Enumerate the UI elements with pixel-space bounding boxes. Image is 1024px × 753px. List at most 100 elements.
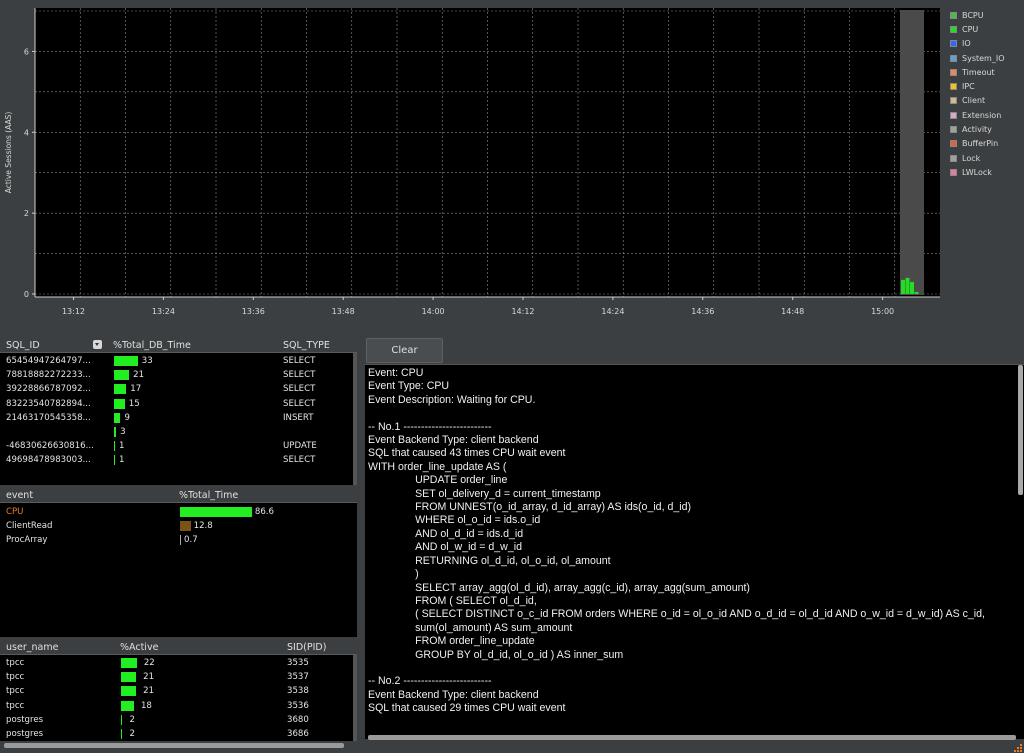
sql-table-row[interactable]: 3 xyxy=(0,425,357,439)
db-time-bar xyxy=(114,384,127,395)
db-time-value: 15 xyxy=(128,398,140,409)
session-table-row[interactable]: tpcc 22 3535 xyxy=(0,656,357,670)
detail-scrollbar-thumb[interactable] xyxy=(1018,365,1023,495)
sql-id-cell: 49698478983003... xyxy=(6,455,91,466)
col-sql-id[interactable]: SQL_ID xyxy=(6,340,40,351)
session-table-row[interactable]: postgres 2 3680 xyxy=(0,713,357,727)
event-name-cell: ClientRead xyxy=(6,521,53,532)
sid-pid-cell: 3538 xyxy=(287,686,309,697)
user-table-scrollbar[interactable] xyxy=(353,655,357,741)
db-time-value: 1 xyxy=(119,441,125,452)
cpu-area-mark xyxy=(905,277,910,294)
active-bar xyxy=(121,700,134,711)
event-name-cell: ProcArray xyxy=(6,535,48,546)
session-table-row[interactable]: tpcc 21 3537 xyxy=(0,670,357,684)
sql-table-row[interactable]: 78818882272233... 21 SELECT xyxy=(0,368,357,382)
legend-label: CPU xyxy=(962,24,979,34)
y-tick-label: 6 xyxy=(24,47,29,56)
legend-item-lock: Lock xyxy=(950,151,1024,165)
db-time-value: 33 xyxy=(141,356,153,366)
event-detail-text: Event: CPU Event Type: CPU Event Descrip… xyxy=(368,367,985,715)
clear-button[interactable]: Clear xyxy=(366,338,443,363)
sql-id-cell: 21463170545358... xyxy=(6,412,91,423)
legend-label: BufferPin xyxy=(962,139,999,149)
db-time-value: 21 xyxy=(133,370,145,381)
x-tick-label: 14:48 xyxy=(781,307,804,316)
col-total-time[interactable]: %Total_Time xyxy=(179,490,238,501)
user-name-cell: tpcc xyxy=(6,686,25,697)
sql-table-row[interactable]: -46830626630816... 1 UPDATE xyxy=(0,439,357,453)
left-horizontal-scrollbar[interactable] xyxy=(4,743,344,748)
legend-swatch xyxy=(950,54,957,62)
x-tick-label: 14:36 xyxy=(691,307,714,316)
legend-swatch xyxy=(950,140,957,148)
cpu-area-mark xyxy=(914,291,919,294)
legend-label: System_IO xyxy=(962,53,1005,63)
event-detail-pane[interactable]: Event: CPU Event Type: CPU Event Descrip… xyxy=(365,364,1024,739)
event-table-row[interactable]: ProcArray 0.7 xyxy=(0,533,357,547)
total-time-bar xyxy=(180,507,252,517)
sql-id-cell: 39228866787092... xyxy=(6,384,91,395)
active-value: 2 xyxy=(129,729,135,739)
db-time-value: 3 xyxy=(120,427,126,437)
legend-swatch xyxy=(950,40,957,48)
ash-viewer-window: 0 2 4 6 13:12 13:24 13:36 13:48 14:00 14:12 14:24 1… xyxy=(0,0,1024,753)
legend-item-activity: Activity xyxy=(950,122,1024,136)
total-time-bar xyxy=(180,521,191,532)
active-bar xyxy=(121,658,137,668)
y-axis-label: Active Sessions (AAS) xyxy=(4,112,13,194)
session-table-row[interactable]: postgres 2 3686 xyxy=(0,727,357,741)
legend-item-extension: Extension xyxy=(950,108,1024,122)
col-user-name[interactable]: user_name xyxy=(6,642,58,653)
cpu-area-mark xyxy=(901,279,905,294)
active-bar xyxy=(121,714,123,725)
session-table-row[interactable]: tpcc 18 3536 xyxy=(0,699,357,713)
sql-table-row[interactable]: 21463170545358... 9 INSERT xyxy=(0,411,357,425)
legend-label: LWLock xyxy=(962,167,992,177)
legend-item-bcpu: BCPU xyxy=(950,8,1024,22)
sql-table-row[interactable]: 83223540782894... 15 SELECT xyxy=(0,397,357,411)
x-tick-label: 14:12 xyxy=(511,307,534,316)
legend-swatch xyxy=(950,11,957,19)
sid-pid-cell: 3536 xyxy=(287,700,309,711)
x-tick-label: 15:00 xyxy=(871,307,894,316)
db-time-bar xyxy=(114,441,115,452)
event-table-row[interactable]: CPU 86.6 xyxy=(0,505,357,519)
sql-table-scrollbar[interactable] xyxy=(353,353,357,485)
sql-table-row[interactable]: 65454947264797... 33 SELECT xyxy=(0,354,357,368)
db-time-bar xyxy=(114,427,117,437)
cpu-area-mark xyxy=(910,281,914,294)
active-sessions-chart: 0 2 4 6 13:12 13:24 13:36 13:48 14:00 14:12 14:24 1… xyxy=(0,0,1024,326)
col-event[interactable]: event xyxy=(6,490,33,501)
db-time-value: 9 xyxy=(124,412,130,423)
legend-item-bufferpin: BufferPin xyxy=(950,137,1024,151)
col-total-db-time[interactable]: %Total_DB_Time xyxy=(113,340,191,351)
event-table-row[interactable]: ClientRead 12.8 xyxy=(0,519,357,533)
selection-window xyxy=(900,10,924,295)
active-bar xyxy=(121,686,137,697)
top-sessions-table: user_name %Active SID(PID) tpcc 22 3535 tpc… xyxy=(0,641,357,741)
resize-grip-icon[interactable] xyxy=(1012,743,1022,752)
legend-label: Client xyxy=(962,96,986,106)
active-bar xyxy=(121,672,137,683)
user-name-cell: postgres xyxy=(6,714,44,725)
x-tick-label: 14:24 xyxy=(601,307,624,316)
col-active[interactable]: %Active xyxy=(120,642,158,653)
sql-type-cell: SELECT xyxy=(283,398,316,409)
col-sid-pid[interactable]: SID(PID) xyxy=(287,642,326,653)
sql-table-row[interactable]: 39228866787092... 17 SELECT xyxy=(0,382,357,396)
x-tick-label: 13:48 xyxy=(332,307,355,316)
bottom-strip xyxy=(0,735,1024,753)
db-time-bar xyxy=(114,398,125,409)
db-time-value: 17 xyxy=(130,384,142,395)
sort-descending-icon[interactable] xyxy=(93,340,102,349)
vertical-splitter[interactable] xyxy=(359,339,363,741)
sql-type-cell: SELECT xyxy=(283,356,316,366)
legend-item-lwlock: LWLock xyxy=(950,165,1024,179)
detail-horizontal-scrollbar[interactable] xyxy=(368,735,1016,740)
col-sql-type[interactable]: SQL_TYPE xyxy=(283,340,330,351)
sid-pid-cell: 3680 xyxy=(287,714,309,725)
session-table-row[interactable]: tpcc 21 3538 xyxy=(0,684,357,698)
y-tick-label: 0 xyxy=(24,290,29,299)
sql-table-row[interactable]: 49698478983003... 1 SELECT xyxy=(0,453,357,467)
